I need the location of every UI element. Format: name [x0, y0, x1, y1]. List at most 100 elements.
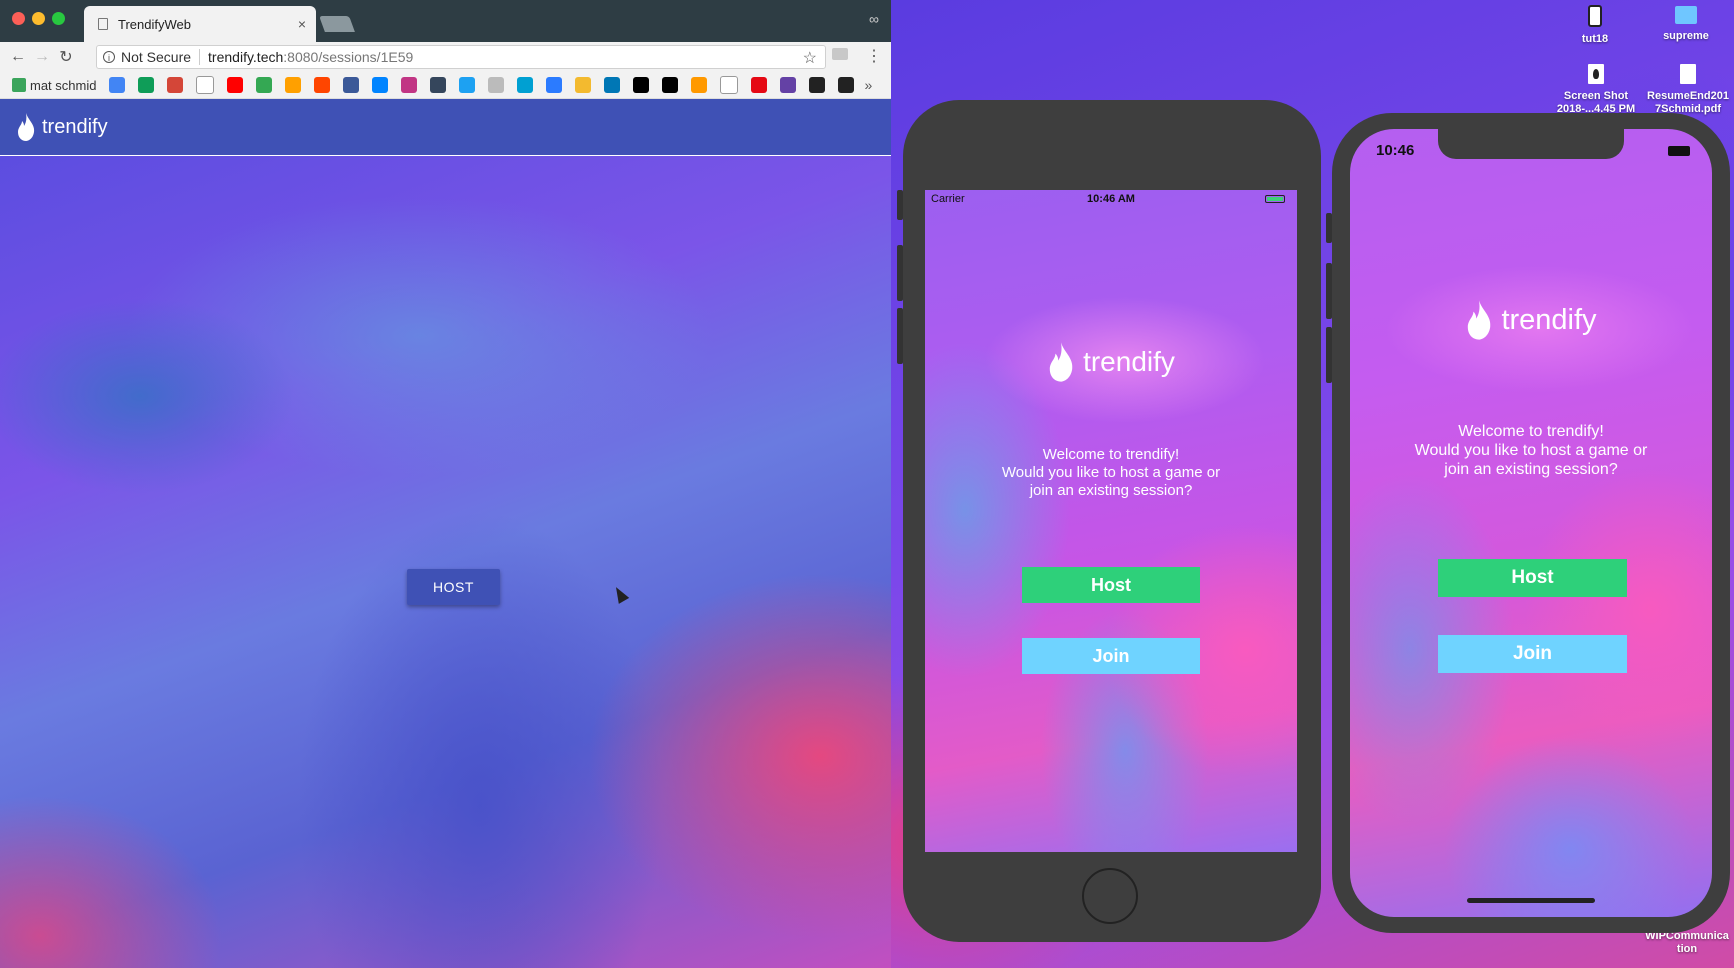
iphone8-screen: Carrier 10:46 AM trendify Welcome to tre… — [925, 190, 1297, 852]
bookmark-leaf-icon[interactable] — [488, 77, 505, 93]
desktop-item-screenshot[interactable]: Screen Shot 2018-...4.45 PM — [1556, 64, 1636, 116]
tab-title: TrendifyWeb — [118, 16, 191, 32]
mute-switch — [897, 190, 903, 220]
new-tab-button[interactable] — [319, 16, 355, 32]
bookmark-google-icon[interactable] — [109, 77, 126, 93]
bookmark-maps-icon[interactable] — [256, 77, 273, 93]
bookmark-instagram-icon[interactable] — [401, 77, 418, 93]
bookmark-binance-icon[interactable] — [575, 77, 592, 93]
maximize-window-button[interactable] — [52, 12, 65, 25]
volume-down-button — [1326, 327, 1332, 383]
browser-window: TrendifyWeb × ∞ ← → ↻ i Not Secure trend… — [0, 0, 891, 968]
desktop-item-supreme[interactable]: supreme — [1656, 6, 1716, 43]
tab-trendifyweb[interactable]: TrendifyWeb × — [84, 6, 316, 42]
flame-logo-icon — [18, 113, 35, 141]
bookmark-netflix-icon[interactable] — [751, 77, 768, 93]
bookmark-medium-icon[interactable] — [633, 77, 650, 93]
bookmark-fire-icon[interactable] — [546, 77, 563, 93]
info-icon[interactable]: i — [103, 51, 115, 63]
page-icon — [98, 18, 108, 30]
bookmark-page-icon[interactable] — [196, 76, 215, 94]
brand-logo: trendify — [1350, 297, 1712, 343]
reload-icon[interactable]: ↻ — [54, 47, 78, 67]
address-bar[interactable]: i Not Secure trendify.tech:8080/sessions… — [96, 45, 826, 69]
extension-icon[interactable] — [832, 48, 848, 60]
join-button[interactable]: Join — [1022, 638, 1200, 674]
join-button[interactable]: Join — [1438, 635, 1627, 673]
bookmark-label: mat schmid — [30, 77, 97, 93]
bookmark-r-icon[interactable] — [662, 77, 679, 93]
volume-up-button — [897, 245, 903, 301]
menu-icon[interactable]: ⋮ — [866, 46, 882, 66]
welcome-message: Welcome to trendify! Would you like to h… — [1350, 422, 1712, 479]
bookmark-mat-schmid[interactable]: mat schmid — [12, 78, 96, 93]
home-indicator[interactable] — [1467, 898, 1595, 903]
tab-strip: TrendifyWeb × ∞ — [0, 0, 891, 42]
phone-file-icon — [1588, 5, 1602, 27]
bookmark-star-icon[interactable]: ☆ — [803, 48, 817, 68]
iphonex-simulator: 10:46 trendify Welcome to trendify! Woul… — [1326, 113, 1730, 933]
bookmark-github-icon[interactable] — [838, 77, 855, 93]
back-icon[interactable]: ← — [6, 48, 30, 66]
welcome-line: Would you like to host a game or — [1001, 464, 1221, 481]
status-time: 10:46 — [1376, 142, 1415, 159]
battery-icon — [1265, 195, 1285, 203]
bookmark-favicon-icon — [12, 78, 26, 92]
flame-logo-icon — [1049, 342, 1073, 382]
bookmark-twitch-icon[interactable] — [780, 77, 797, 93]
volume-down-button — [897, 308, 903, 364]
bookmark-tumblr-icon[interactable] — [430, 77, 447, 93]
welcome-line: Would you like to host a game or — [1414, 442, 1648, 459]
status-time: 10:46 AM — [1087, 193, 1135, 205]
bookmark-messenger-icon[interactable] — [372, 77, 389, 93]
desktop-item-label: tut18 — [1581, 33, 1609, 45]
bookmark-twitter-icon[interactable] — [459, 77, 476, 93]
security-indicator[interactable]: Not Secure — [121, 49, 201, 65]
host-button[interactable]: HOST — [407, 569, 500, 605]
desktop-item-wipcommunication[interactable]: WIPCommunica tion — [1644, 930, 1730, 956]
flame-logo-icon — [1468, 300, 1491, 340]
desktop-item-label: supreme — [1663, 30, 1709, 42]
pdf-file-icon — [1680, 64, 1696, 84]
app-title: trendify — [42, 115, 108, 138]
bookmark-sync-icon[interactable] — [517, 77, 534, 93]
host-button[interactable]: Host — [1022, 567, 1200, 603]
bookmark-reddit-icon[interactable] — [314, 77, 331, 93]
welcome-message: Welcome to trendify! Would you like to h… — [925, 446, 1297, 500]
bookmark-amazon-icon[interactable] — [691, 77, 708, 93]
close-tab-icon[interactable]: × — [298, 16, 306, 32]
close-window-button[interactable] — [12, 12, 25, 25]
desktop-item-label: WIPCommunica tion — [1645, 930, 1729, 955]
status-bar: Carrier 10:46 AM — [925, 190, 1297, 210]
iphone8-simulator: Carrier 10:46 AM trendify Welcome to tre… — [897, 100, 1321, 942]
bookmark-gmail-icon[interactable] — [167, 77, 184, 93]
bookmark-drive-icon[interactable] — [138, 77, 155, 93]
welcome-line: join an existing session? — [1029, 482, 1193, 499]
desktop-item-tut18[interactable]: tut18 — [1570, 5, 1620, 46]
welcome-line: Welcome to trendify! — [1042, 446, 1180, 463]
bookmark-g-icon[interactable] — [809, 77, 826, 93]
desktop-item-resume[interactable]: ResumeEnd201 7Schmid.pdf — [1646, 64, 1730, 116]
host-button[interactable]: Host — [1438, 559, 1627, 597]
mouse-cursor-icon — [610, 584, 630, 604]
forward-icon[interactable]: → — [30, 48, 54, 66]
bookmarks-bar: mat schmid » — [0, 72, 891, 99]
iphonex-screen: 10:46 trendify Welcome to trendify! Woul… — [1350, 129, 1712, 917]
bookmark-facebook-icon[interactable] — [343, 77, 360, 93]
bookmark-firebase-icon[interactable] — [285, 77, 302, 93]
minimize-window-button[interactable] — [32, 12, 45, 25]
bookmark-page-icon[interactable] — [720, 76, 739, 94]
home-button[interactable] — [1082, 868, 1138, 924]
volume-up-button — [1326, 263, 1332, 319]
mute-switch — [1326, 213, 1332, 243]
bookmark-linkedin-icon[interactable] — [604, 77, 621, 93]
bookmark-youtube-icon[interactable] — [227, 77, 244, 93]
brand-logo: trendify — [925, 340, 1297, 384]
welcome-line: Welcome to trendify! — [1458, 423, 1604, 440]
brand-name: trendify — [1083, 346, 1175, 377]
url-path: :8080/sessions/1E59 — [283, 49, 414, 65]
bookmarks-overflow-button[interactable]: » — [864, 77, 872, 93]
browser-toolbar: ← → ↻ i Not Secure trendify.tech:8080/se… — [0, 42, 891, 72]
app-bar: trendify — [0, 99, 891, 155]
web-content-area: HOST — [0, 156, 891, 968]
